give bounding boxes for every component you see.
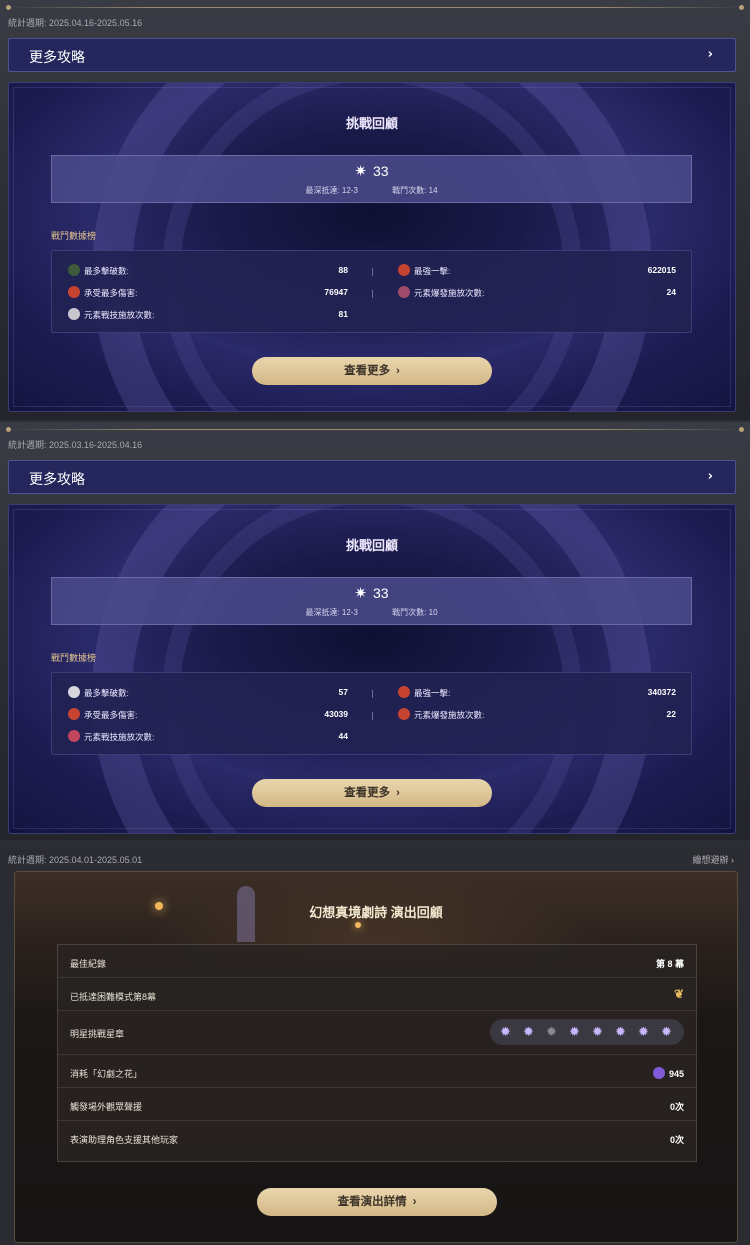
row-star-medals: 明星挑戰星章 ✹ ✹ ✹ ✹ ✹ ✹ ✹ ✹ [58, 1011, 696, 1055]
stat-skill-count: 元素戰技施放次數: 81 [68, 307, 348, 323]
star-medal-icon: ✹ [661, 1024, 672, 1039]
character-avatar-icon [68, 708, 80, 720]
stat-strongest-hit: 最強一擊: 340372 [398, 685, 676, 701]
character-avatar-icon [398, 264, 410, 276]
stat-burst-count: 元素爆發施放次數: 24 [398, 285, 676, 301]
deepest-reached: 最深抵達: 12-3 [305, 186, 358, 195]
summary-box: ✷ 33 最深抵達: 12-3 戰鬥次數: 10 [51, 577, 692, 625]
decorative-divider [6, 5, 744, 10]
character-avatar-icon [68, 308, 80, 320]
star-medal-icon: ✹ [500, 1024, 511, 1039]
star-count: 33 [373, 163, 389, 179]
panel-title: 幻想真境劇詩 演出回顧 [309, 905, 443, 920]
abyss-record-card: 統計週期: 2025.03.16-2025.04.16 更多攻略 › 挑戰回顧 … [0, 422, 750, 840]
stat-most-defeats: 最多擊破數: 88 [68, 263, 348, 279]
star-medal-icon: ✹ [615, 1024, 626, 1039]
star-medal-icon: ✹ [638, 1024, 649, 1039]
stat-period: 統計週期: 2025.04.16-2025.05.16 [8, 18, 143, 28]
view-more-button[interactable]: 查看更多 › [252, 357, 492, 385]
battle-count: 戰鬥次數: 14 [392, 186, 438, 195]
battle-ranking-title: 戰鬥數據榜 [51, 653, 97, 663]
stat-most-damage-taken: 承受最多傷害: 76947 [68, 285, 348, 301]
row-best-record: 最佳紀錄 第 8 幕 [58, 945, 696, 978]
more-guides-bar[interactable]: 更多攻略 › [8, 460, 736, 494]
character-avatar-icon [398, 708, 410, 720]
star-icon: ✷ [354, 163, 367, 180]
more-guides-bar[interactable]: 更多攻略 › [8, 38, 736, 72]
stat-skill-count: 元素戰技施放次數: 44 [68, 729, 348, 745]
replay-link[interactable]: 繪想避辦 › [693, 853, 735, 866]
challenge-review-panel: 挑戰回顧 ✷ 33 最深抵達: 12-3 戰鬥次數: 10 戰鬥數據榜 最多擊破數… [8, 504, 736, 834]
star-medal-icon: ✹ [592, 1024, 603, 1039]
stat-strongest-hit: 最強一擊: 622015 [398, 263, 676, 279]
chevron-right-icon: › [396, 365, 400, 377]
row-reached-mode: 已抵達困難模式第8幕 ❦ [58, 978, 696, 1011]
stat-period: 統計週期: 2025.04.01-2025.05.01 [8, 855, 143, 865]
theater-stats-table: 最佳紀錄 第 8 幕 已抵達困難模式第8幕 ❦ 明星挑戰星章 ✹ ✹ ✹ ✹ ✹… [57, 944, 697, 1162]
character-avatar-icon [398, 686, 410, 698]
deepest-reached: 最深抵達: 12-3 [305, 608, 358, 617]
decorative-divider [6, 427, 744, 432]
panel-title: 挑戰回顧 [345, 116, 398, 131]
chevron-right-icon: › [707, 469, 713, 484]
theater-review-panel: 幻想真境劇詩 演出回顧 最佳紀錄 第 8 幕 已抵達困難模式第8幕 ❦ 明星挑戰… [14, 871, 738, 1243]
character-avatar-icon [398, 286, 410, 298]
row-assist-support: 表演助理角色支援其他玩家 0次 [70, 1135, 684, 1145]
star-icon: ✷ [354, 585, 367, 602]
star-medal-empty-icon: ✹ [546, 1024, 557, 1039]
star-medal-icon: ✹ [523, 1024, 534, 1039]
character-avatar-icon [68, 286, 80, 298]
battle-count: 戰鬥次數: 10 [392, 608, 438, 617]
character-avatar-icon [68, 264, 80, 276]
abyss-record-card: 統計週期: 2025.04.16-2025.05.16 更多攻略 › 挑戰回顧 … [0, 0, 750, 420]
stat-period: 統計週期: 2025.03.16-2025.04.16 [8, 440, 143, 450]
more-guides-label: 更多攻略 [29, 471, 85, 487]
battle-ranking-title: 戰鬥數據榜 [51, 231, 97, 241]
star-medals: ✹ ✹ ✹ ✹ ✹ ✹ ✹ ✹ [490, 1019, 684, 1045]
more-guides-label: 更多攻略 [29, 49, 85, 65]
character-avatar-icon [68, 730, 80, 742]
lamp-light [355, 922, 361, 928]
chevron-right-icon: › [412, 1196, 417, 1208]
flower-icon [652, 1067, 665, 1079]
summary-box: ✷ 33 最深抵達: 12-3 戰鬥次數: 14 [51, 155, 692, 203]
chevron-right-icon: › [707, 47, 713, 62]
star-count: 33 [373, 585, 389, 601]
star-medal-icon: ✹ [569, 1024, 580, 1039]
view-performance-details-button[interactable]: 查看演出詳情 › [257, 1188, 497, 1216]
row-flowers-consumed: 消耗「幻劇之花」 945 [58, 1055, 696, 1088]
stat-most-damage-taken: 承受最多傷害: 43039 [68, 707, 348, 723]
panel-title: 挑戰回顧 [345, 538, 398, 553]
battle-ranking-box: 最多擊破數: 57 最強一擊: 340372 承受最多傷害: 43039 元素爆… [51, 672, 692, 755]
character-avatar-icon [68, 686, 80, 698]
challenge-review-panel: 挑戰回顧 ✷ 33 最深抵達: 12-3 戰鬥次數: 14 戰鬥數據榜 最多擊破數… [8, 82, 736, 412]
theater-record-card: 統計週期: 2025.04.01-2025.05.01 繪想避辦 › 幻想真境劇… [0, 845, 750, 1245]
butterfly-badge-icon: ❦ [673, 987, 684, 1001]
row-audience-support: 觸發場外觀眾聲援 0次 [58, 1088, 696, 1121]
stat-most-defeats: 最多擊破數: 57 [68, 685, 348, 701]
chevron-right-icon: › [396, 787, 400, 799]
battle-ranking-box: 最多擊破數: 88 最強一擊: 622015 承受最多傷害: 76947 元素爆… [51, 250, 692, 333]
stat-burst-count: 元素爆發施放次數: 22 [398, 707, 676, 723]
view-more-button[interactable]: 查看更多 › [252, 779, 492, 807]
